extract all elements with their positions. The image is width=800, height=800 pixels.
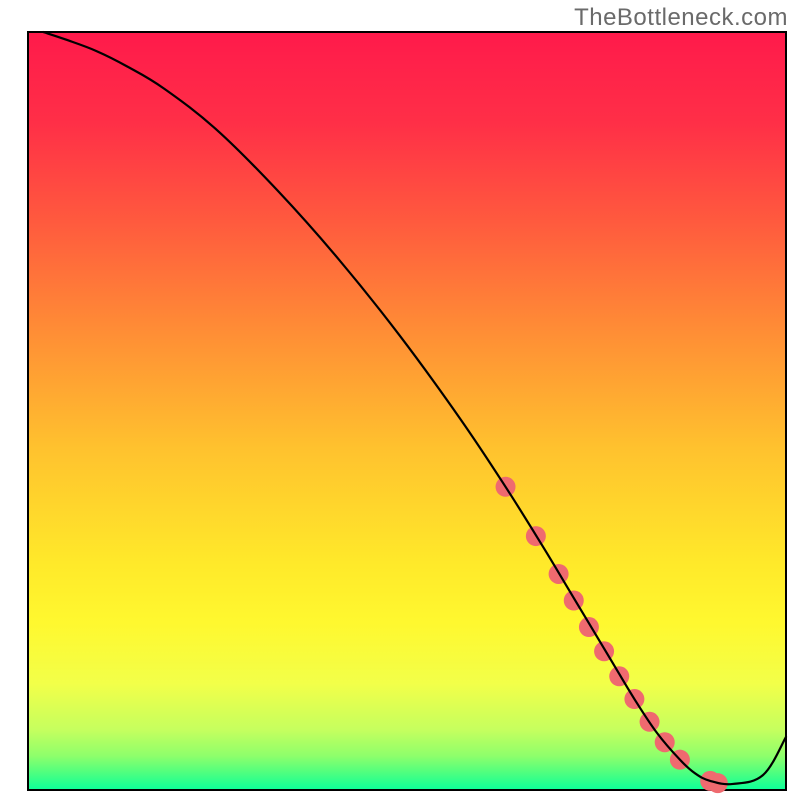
highlight-dot	[564, 591, 584, 611]
bottleneck-chart	[0, 0, 800, 800]
watermark-text: TheBottleneck.com	[574, 4, 788, 32]
plot-background	[28, 32, 786, 790]
highlight-dot	[609, 666, 629, 686]
